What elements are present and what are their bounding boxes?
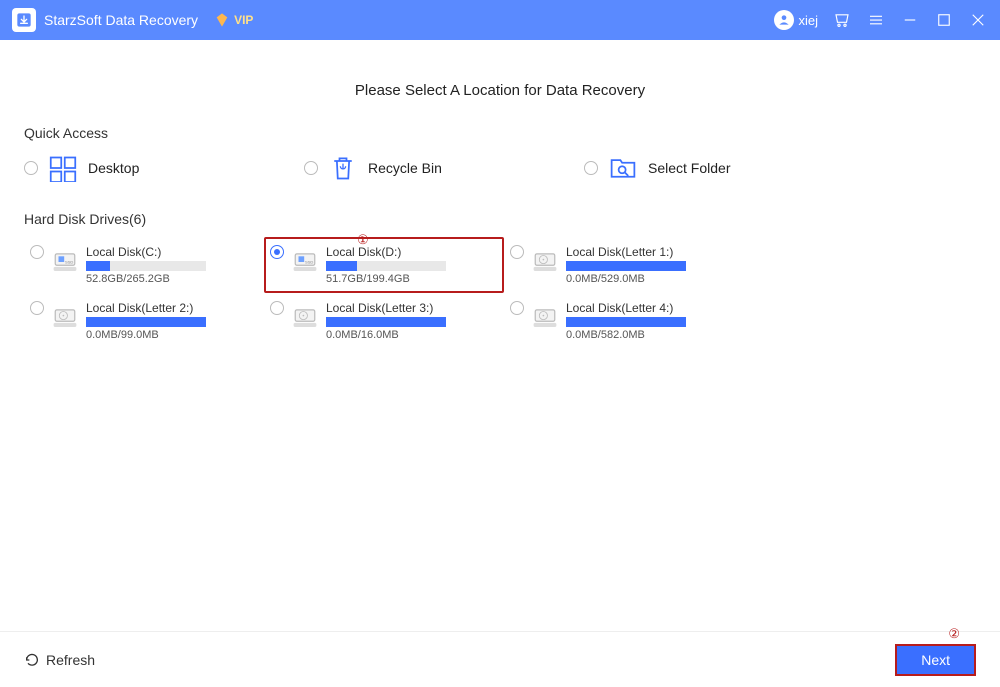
drive-radio[interactable] (510, 245, 524, 259)
ssd-drive-icon: SSD (52, 249, 78, 275)
close-icon[interactable] (968, 10, 988, 30)
drive-usage-text: 0.0MB/529.0MB (566, 273, 738, 285)
next-button[interactable]: Next (895, 644, 976, 676)
footer: Refresh ② Next (0, 631, 1000, 687)
drive-radio[interactable] (30, 301, 44, 315)
desktop-label: Desktop (88, 160, 139, 176)
drive-usage-bar (86, 261, 206, 271)
vip-diamond-icon (214, 12, 230, 28)
drive-usage-bar (86, 317, 206, 327)
quick-access-label: Quick Access (24, 125, 976, 141)
recycle-label: Recycle Bin (368, 160, 442, 176)
quick-access-row: Desktop Recycle Bin (24, 151, 976, 185)
page-title: Please Select A Location for Data Recove… (24, 82, 976, 99)
minimize-icon[interactable] (900, 10, 920, 30)
refresh-label: Refresh (46, 652, 95, 668)
desktop-icon (48, 153, 78, 183)
svg-text:SSD: SSD (65, 260, 73, 265)
drives-section-label: Hard Disk Drives(6) (24, 211, 976, 227)
drive-usage-text: 0.0MB/582.0MB (566, 329, 738, 341)
username-label: xiej (798, 13, 818, 28)
vip-label: VIP (234, 13, 253, 27)
quick-access-folder[interactable]: Select Folder (584, 151, 824, 185)
refresh-button[interactable]: Refresh (24, 652, 95, 668)
drive-usage-bar (566, 317, 686, 327)
drive-usage-text: 0.0MB/16.0MB (326, 329, 498, 341)
drive-name: Local Disk(D:) (326, 245, 498, 259)
folder-label: Select Folder (648, 160, 730, 176)
user-account[interactable]: xiej (774, 10, 818, 30)
drive-usage-bar (326, 261, 446, 271)
drive-radio[interactable] (30, 245, 44, 259)
drive-radio[interactable] (510, 301, 524, 315)
folder-search-icon (608, 153, 638, 183)
drive-usage-bar (326, 317, 446, 327)
app-title: StarzSoft Data Recovery (44, 12, 198, 28)
ssd-drive-icon: SSD (292, 249, 318, 275)
drive-name: Local Disk(C:) (86, 245, 258, 259)
drive-name: Local Disk(Letter 4:) (566, 301, 738, 315)
vip-badge: VIP (214, 12, 253, 28)
drive-name: Local Disk(Letter 3:) (326, 301, 498, 315)
svg-text:SSD: SSD (305, 260, 313, 265)
cart-icon[interactable] (832, 10, 852, 30)
quick-access-desktop[interactable]: Desktop (24, 151, 264, 185)
app-logo-icon (12, 8, 36, 32)
hdd-drive-icon (52, 305, 78, 331)
drive-card[interactable]: Local Disk(Letter 4:) 0.0MB/582.0MB (504, 293, 744, 349)
radio-recycle[interactable] (304, 161, 318, 175)
maximize-icon[interactable] (934, 10, 954, 30)
recycle-bin-icon (328, 153, 358, 183)
hdd-drive-icon (292, 305, 318, 331)
refresh-icon (24, 652, 40, 668)
content-area: Please Select A Location for Data Recove… (0, 40, 1000, 631)
drive-name: Local Disk(Letter 2:) (86, 301, 258, 315)
quick-access-recycle[interactable]: Recycle Bin (304, 151, 544, 185)
drive-card[interactable]: SSD Local Disk(C:) 52.8GB/265.2GB (24, 237, 264, 293)
drive-name: Local Disk(Letter 1:) (566, 245, 738, 259)
user-avatar-icon (774, 10, 794, 30)
drive-usage-bar (566, 261, 686, 271)
radio-desktop[interactable] (24, 161, 38, 175)
drive-card[interactable]: SSD Local Disk(D:) 51.7GB/199.4GB (264, 237, 504, 293)
radio-folder[interactable] (584, 161, 598, 175)
drive-usage-text: 0.0MB/99.0MB (86, 329, 258, 341)
drive-usage-text: 51.7GB/199.4GB (326, 273, 498, 285)
drive-radio[interactable] (270, 301, 284, 315)
annotation-two: ② (948, 626, 960, 642)
hdd-drive-icon (532, 249, 558, 275)
drive-usage-text: 52.8GB/265.2GB (86, 273, 258, 285)
drive-card[interactable]: Local Disk(Letter 3:) 0.0MB/16.0MB (264, 293, 504, 349)
drive-card[interactable]: Local Disk(Letter 2:) 0.0MB/99.0MB (24, 293, 264, 349)
drives-grid: SSD Local Disk(C:) 52.8GB/265.2GB SSD Local … (24, 237, 976, 349)
titlebar: StarzSoft Data Recovery VIP xiej (0, 0, 1000, 40)
drive-card[interactable]: Local Disk(Letter 1:) 0.0MB/529.0MB (504, 237, 744, 293)
menu-icon[interactable] (866, 10, 886, 30)
hdd-drive-icon (532, 305, 558, 331)
drive-radio[interactable] (270, 245, 284, 259)
